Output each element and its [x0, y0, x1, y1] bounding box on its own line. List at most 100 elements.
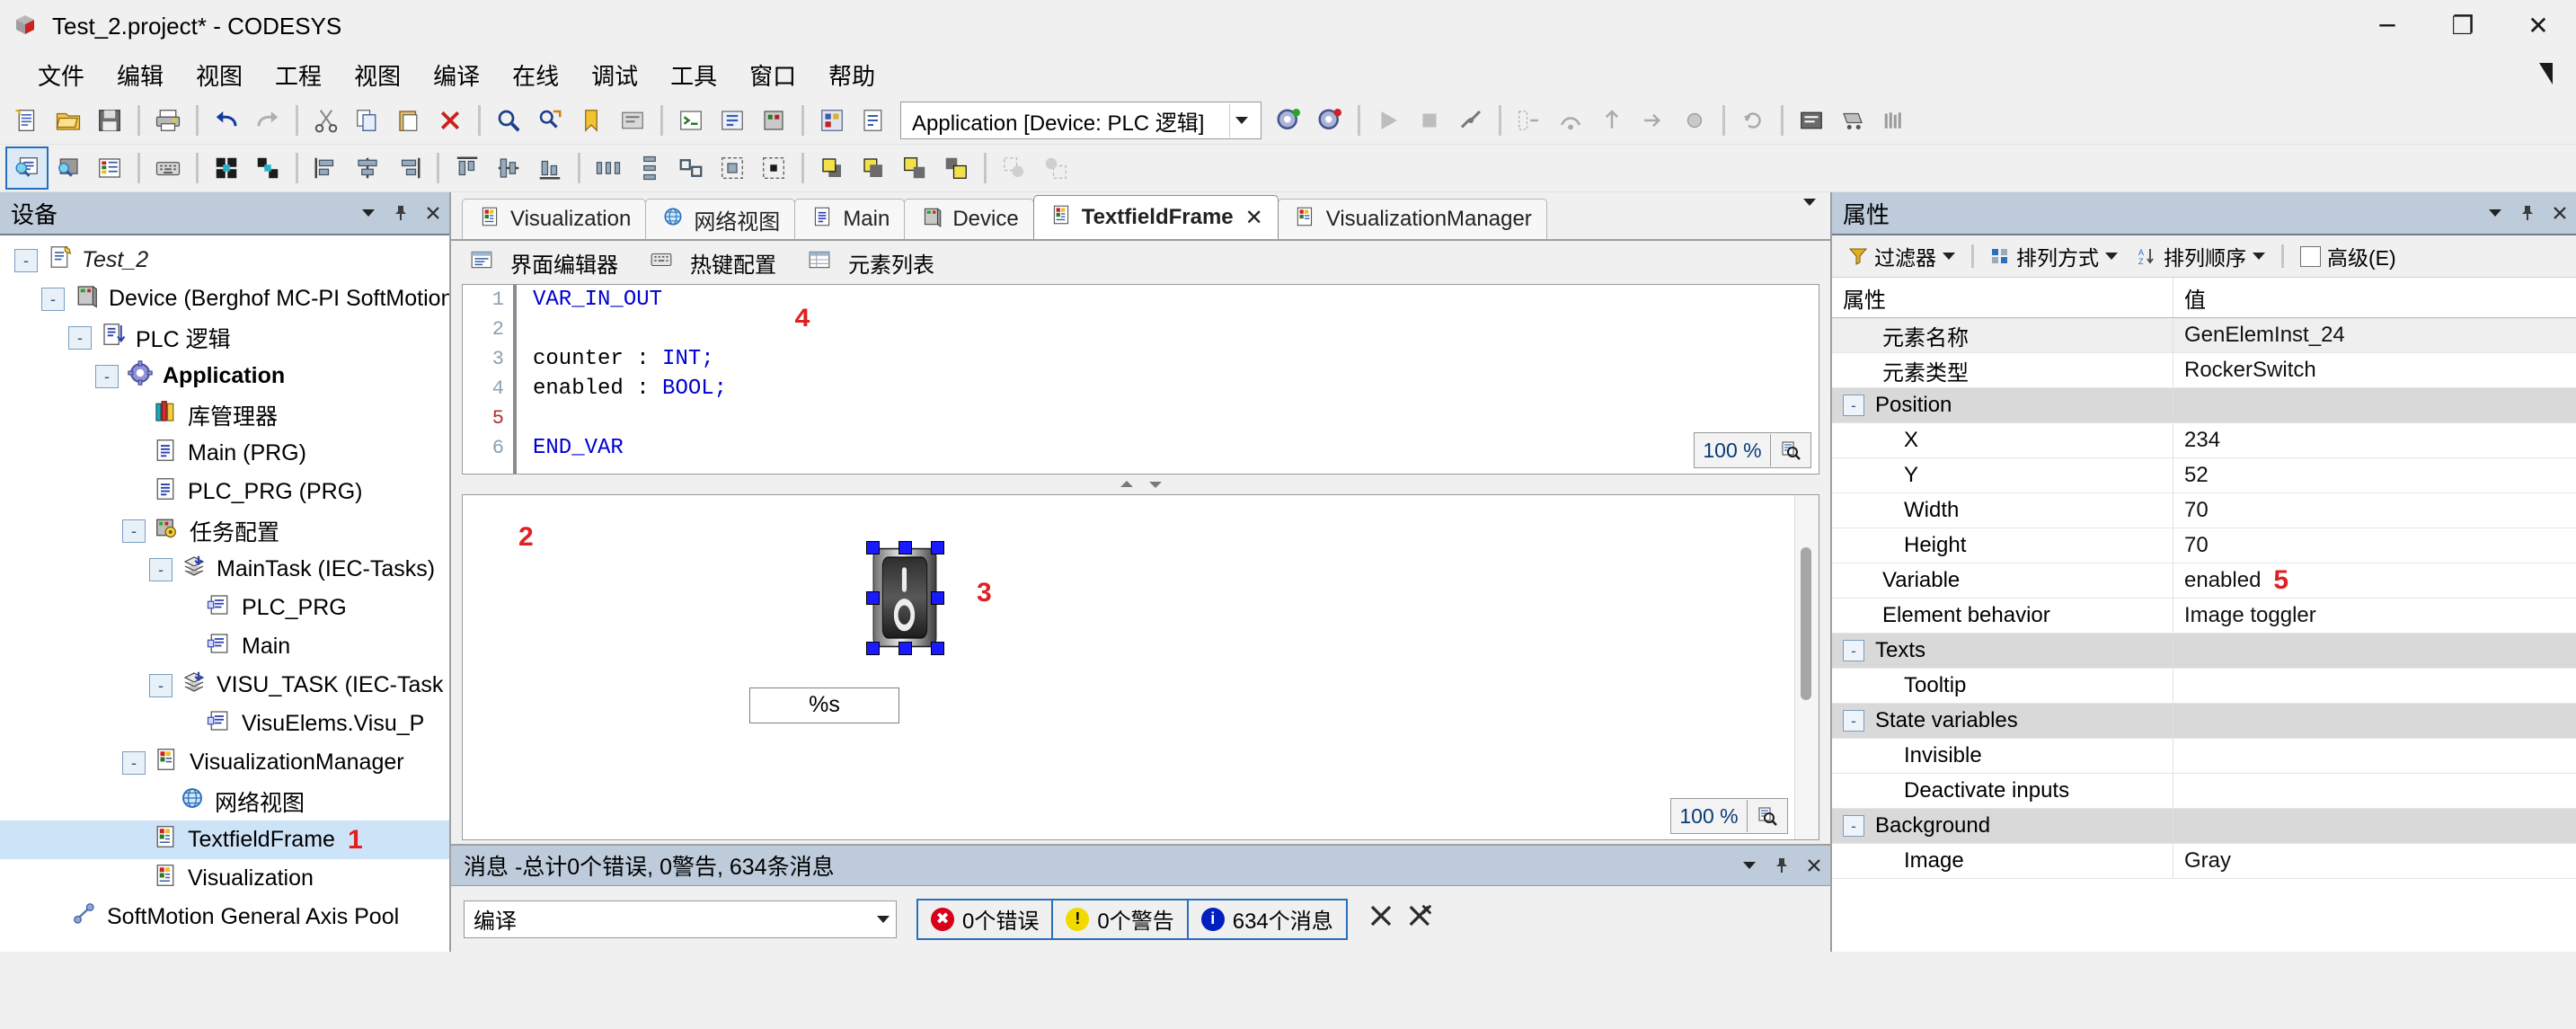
redo-button[interactable] [248, 101, 288, 140]
selection-handle[interactable] [931, 591, 944, 605]
tree-expander-icon[interactable]: - [95, 364, 119, 388]
chevron-down-icon[interactable] [871, 902, 896, 936]
tree-item-17[interactable]: SoftMotion General Axis Pool [0, 898, 449, 936]
bring-forward-button[interactable] [895, 148, 934, 188]
messages-category-combo[interactable]: 编译 [464, 900, 897, 938]
rocker-switch-element[interactable] [872, 547, 937, 648]
info-count-toggle[interactable]: i 634个消息 [1188, 900, 1346, 938]
maximize-button[interactable]: ❐ [2425, 0, 2501, 52]
tree-item-1[interactable]: - Device (Berghof MC-PI SoftMotion Co [0, 279, 449, 318]
properties-category-row[interactable]: - Position [1832, 388, 2576, 423]
properties-column-value[interactable]: 值 [2173, 278, 2576, 317]
properties-row[interactable]: X 234 [1832, 423, 2576, 458]
editor-tab-1[interactable]: 网络视图 [645, 199, 796, 239]
visu-subtab-2[interactable]: 元素列表 [800, 244, 942, 282]
group-button[interactable] [207, 148, 246, 188]
align-right-button[interactable] [389, 148, 429, 188]
editor-code[interactable]: VAR_IN_OUT counter : INT; enabled : BOOL;… [517, 285, 1819, 474]
properties-row[interactable]: Width 70 [1832, 493, 2576, 528]
visu-subtab-1[interactable]: 热键配置 [642, 244, 783, 282]
properties-row[interactable]: Variable enabled 5 [1832, 563, 2576, 599]
editor-tab-0[interactable]: Visualization [462, 199, 647, 239]
tree-item-6[interactable]: PLC_PRG (PRG) [0, 473, 449, 511]
tree-item-12[interactable]: VisuElems.Visu_P [0, 705, 449, 743]
project-settings-button[interactable] [812, 101, 852, 140]
properties-row[interactable]: Image Gray [1832, 844, 2576, 879]
error-count-toggle[interactable]: ✖ 0个错误 [918, 900, 1054, 938]
tree-item-14[interactable]: 网络视图 [0, 782, 449, 821]
distribute-v-button[interactable] [630, 148, 669, 188]
open-file-button[interactable] [49, 101, 88, 140]
properties-category-row[interactable]: - Texts [1832, 634, 2576, 669]
visu-inspect-tool-button[interactable] [49, 148, 88, 188]
menu-item-1[interactable]: 编辑 [101, 55, 180, 95]
tree-expander-icon[interactable]: - [14, 248, 38, 272]
properties-category-expander-icon[interactable]: - [1843, 395, 1864, 416]
properties-row-value-cell[interactable]: 70 [2173, 493, 2576, 528]
properties-row-value-cell[interactable] [2173, 634, 2576, 668]
properties-row-value-cell[interactable] [2173, 704, 2576, 738]
logout-button[interactable] [1310, 101, 1350, 140]
menu-item-5[interactable]: 编译 [417, 55, 496, 95]
center-in-view-button[interactable] [754, 148, 793, 188]
menu-item-4[interactable]: 视图 [338, 55, 417, 95]
chevron-down-icon[interactable] [1229, 103, 1253, 137]
menu-item-3[interactable]: 工程 [259, 55, 338, 95]
watch-list-button[interactable] [1792, 101, 1831, 140]
tree-item-13[interactable]: - VisualizationManager [0, 743, 449, 782]
object-properties-button[interactable] [854, 101, 893, 140]
messages-menu-icon[interactable] [1733, 849, 1766, 882]
tree-item-8[interactable]: - MainTask (IEC-Tasks) [0, 550, 449, 589]
editor-tab-5[interactable]: VisualizationManager [1277, 199, 1547, 239]
editor-tab-4[interactable]: TextfieldFrame ✕ [1032, 195, 1279, 239]
canvas-vertical-scrollbar[interactable] [1794, 495, 1819, 839]
save-button[interactable] [90, 101, 129, 140]
align-top-button[interactable] [447, 148, 487, 188]
copy-button[interactable] [348, 101, 387, 140]
tree-item-16[interactable]: Visualization [0, 859, 449, 898]
tree-item-3[interactable]: - Application [0, 357, 449, 395]
debug-options-button[interactable] [1451, 101, 1491, 140]
step-over-button[interactable] [1551, 101, 1590, 140]
bring-to-front-button[interactable] [812, 148, 852, 188]
advanced-checkbox-box[interactable] [2300, 245, 2321, 267]
editor-tab-2[interactable]: Main [794, 199, 906, 239]
clear-all-messages-button[interactable] [1407, 902, 1434, 936]
properties-row[interactable]: Deactivate inputs [1832, 774, 2576, 809]
delete-button[interactable] [430, 101, 470, 140]
distribute-h-button[interactable] [589, 148, 628, 188]
properties-grid[interactable]: 属性值元素名称 GenElemInst_24 元素类型 RockerSwitch - Po… [1832, 278, 2576, 952]
paste-button[interactable] [389, 101, 429, 140]
ungroup-button[interactable] [248, 148, 288, 188]
tree-item-15[interactable]: TextfieldFrame 1 [0, 821, 449, 859]
properties-row-value-cell[interactable]: 234 [2173, 423, 2576, 457]
properties-panel-menu-icon[interactable] [2479, 197, 2511, 229]
find-button[interactable] [489, 101, 528, 140]
properties-row-value-cell[interactable]: Gray [2173, 844, 2576, 878]
minimize-button[interactable]: ─ [2350, 0, 2425, 52]
tree-expander-icon[interactable]: - [122, 750, 146, 775]
step-into-button[interactable] [1509, 101, 1549, 140]
sort-order-button[interactable]: AZ 排列顺序 [2130, 238, 2272, 274]
device-repo-button[interactable] [1833, 101, 1872, 140]
messages-close-icon[interactable] [1798, 849, 1830, 882]
visu-subtab-0[interactable]: 界面编辑器 [462, 244, 625, 282]
print-button[interactable] [148, 101, 188, 140]
online-config-button[interactable] [754, 101, 793, 140]
declaration-editor[interactable]: 123456 VAR_IN_OUT counter : INT; enabled … [462, 284, 1819, 475]
properties-column-name[interactable]: 属性 [1832, 278, 2173, 317]
properties-row[interactable]: Y 52 [1832, 458, 2576, 493]
selection-handle[interactable] [866, 642, 880, 655]
properties-row-value-cell[interactable]: 52 [2173, 458, 2576, 492]
properties-row-value-cell[interactable] [2173, 739, 2576, 773]
selection-handle[interactable] [899, 642, 912, 655]
tree-item-11[interactable]: - VISU_TASK (IEC-Task [0, 666, 449, 705]
align-center-h-button[interactable] [348, 148, 387, 188]
sort-by-button[interactable]: 排列方式 [1983, 238, 2125, 274]
bookmark-button[interactable] [571, 101, 611, 140]
properties-row-value-cell[interactable]: enabled 5 [2173, 563, 2576, 598]
properties-row[interactable]: Element behavior Image toggler [1832, 599, 2576, 634]
device-tree[interactable]: - Test_2- Device (Berghof MC-PI SoftMotion… [0, 235, 449, 952]
selection-handle[interactable] [866, 591, 880, 605]
selection-handle[interactable] [899, 541, 912, 554]
